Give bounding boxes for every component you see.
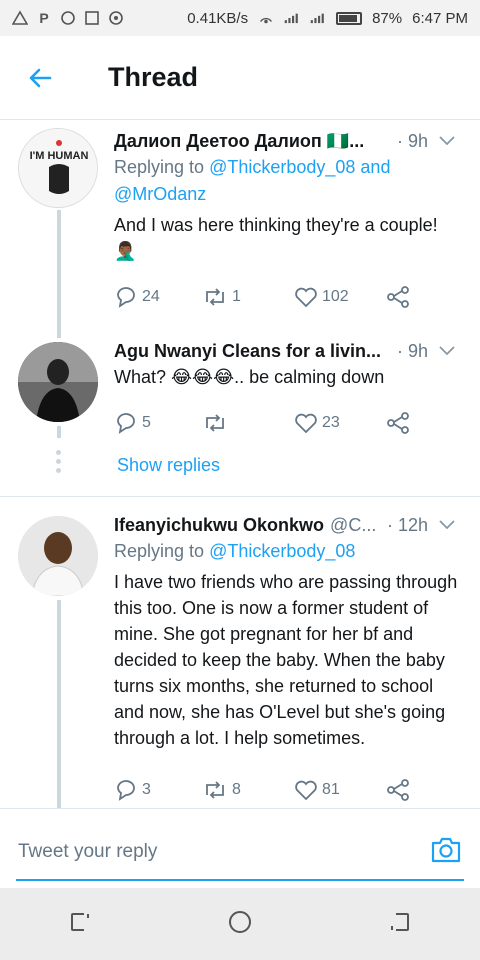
reply-bar: Tweet your reply bbox=[0, 808, 480, 888]
network-speed: 0.41KB/s bbox=[187, 9, 249, 27]
retweet-button[interactable] bbox=[202, 412, 294, 434]
like-button[interactable]: 81 bbox=[294, 779, 386, 801]
heart-icon bbox=[295, 780, 317, 801]
back-nav-button[interactable] bbox=[388, 910, 412, 939]
share-button[interactable] bbox=[386, 779, 410, 801]
tweet-actions: 3 8 81 bbox=[114, 775, 460, 805]
camera-button[interactable] bbox=[430, 835, 462, 870]
tweet-text: I have two friends who are passing throu… bbox=[114, 572, 458, 748]
back-nav-icon bbox=[391, 912, 410, 931]
sync-icon bbox=[108, 10, 124, 26]
chevron-down-icon[interactable] bbox=[434, 136, 460, 146]
home-button[interactable] bbox=[227, 909, 253, 940]
image-icon bbox=[84, 10, 100, 26]
chevron-down-icon[interactable] bbox=[434, 520, 460, 530]
page-title: Thread bbox=[108, 62, 199, 92]
retweet-icon bbox=[206, 288, 224, 306]
author-name[interactable]: Далиоп Деетоо Далиоп 🇳🇬... bbox=[114, 131, 364, 152]
share-button[interactable] bbox=[386, 412, 410, 434]
avatar[interactable] bbox=[18, 342, 98, 422]
thread-header: Thread bbox=[0, 36, 480, 120]
signal-2-icon bbox=[310, 10, 326, 26]
avatar[interactable]: I'M HUMAN bbox=[18, 128, 98, 208]
tweet-text: And I was here thinking they're a couple… bbox=[114, 215, 438, 261]
retweet-button[interactable]: 1 bbox=[202, 286, 294, 308]
chevron-down-icon[interactable] bbox=[434, 346, 460, 356]
tweet-time: · 9h bbox=[396, 130, 428, 151]
reply-underline bbox=[16, 879, 464, 881]
author-handle[interactable]: @C... bbox=[330, 515, 376, 536]
reply-icon bbox=[117, 287, 135, 308]
parking-icon: P bbox=[39, 10, 49, 26]
tweet-2[interactable]: Agu Nwanyi Cleans for a livin... · 9h Wh… bbox=[0, 338, 480, 438]
replying-to: Replying to @Thickerbody_08 bbox=[114, 541, 356, 561]
reply-button[interactable]: 24 bbox=[114, 286, 202, 308]
hotspot-icon bbox=[258, 10, 274, 26]
divider bbox=[0, 496, 480, 497]
share-button[interactable] bbox=[386, 286, 410, 308]
retweet-icon bbox=[206, 414, 224, 432]
share-icon bbox=[387, 286, 409, 308]
reply-button[interactable]: 5 bbox=[114, 412, 202, 434]
whatsapp-icon bbox=[60, 10, 76, 26]
warning-icon bbox=[12, 10, 28, 26]
mention-link-2[interactable]: @MrOdanz bbox=[114, 184, 206, 204]
status-bar: P 0.41KB/s 87% 6:47 PM bbox=[0, 0, 480, 36]
retweet-icon bbox=[206, 781, 224, 799]
heart-icon bbox=[295, 413, 317, 434]
svg-text:I'M HUMAN: I'M HUMAN bbox=[30, 150, 89, 162]
reply-icon bbox=[117, 413, 135, 434]
recents-icon bbox=[70, 912, 89, 931]
author-name[interactable]: Agu Nwanyi Cleans for a livin... bbox=[114, 341, 381, 362]
thread-line bbox=[57, 600, 61, 808]
tweet-text: What? 😂😂😂.. be calming down bbox=[114, 367, 385, 387]
system-nav-bar bbox=[0, 888, 480, 960]
thread-dots bbox=[56, 450, 62, 473]
like-button[interactable]: 23 bbox=[294, 412, 386, 434]
share-icon bbox=[387, 412, 409, 434]
reply-icon bbox=[117, 780, 135, 801]
camera-icon bbox=[431, 837, 461, 863]
battery-percent: 87% bbox=[372, 9, 403, 27]
back-arrow-icon bbox=[29, 68, 52, 87]
share-icon bbox=[387, 779, 409, 801]
home-icon bbox=[228, 910, 251, 933]
tweet-actions: 24 1 102 bbox=[114, 282, 460, 312]
back-button[interactable] bbox=[0, 36, 80, 120]
thread-line bbox=[57, 210, 61, 338]
retweet-button[interactable]: 8 bbox=[202, 779, 294, 801]
reply-input[interactable]: Tweet your reply bbox=[18, 841, 157, 863]
tweet-time: · 9h bbox=[396, 340, 428, 361]
mention-link[interactable]: @Thickerbody_08 bbox=[209, 541, 355, 561]
tweet-3[interactable]: Ifeanyichukwu Okonkwo @C... · 12h Replyi… bbox=[0, 510, 480, 808]
reply-button[interactable]: 3 bbox=[114, 779, 202, 801]
thread-line bbox=[57, 426, 61, 438]
recents-button[interactable] bbox=[68, 910, 92, 939]
battery-icon bbox=[336, 11, 363, 25]
avatar[interactable] bbox=[18, 516, 98, 596]
signal-icon bbox=[284, 10, 300, 26]
show-replies-link[interactable]: Show replies bbox=[117, 455, 220, 476]
heart-icon bbox=[295, 287, 317, 308]
tweet-1[interactable]: I'M HUMAN Далиоп Деетоо Далиоп 🇳🇬... · 9… bbox=[0, 120, 480, 338]
replying-to: Replying to @Thickerbody_08 and @MrOdanz bbox=[114, 157, 391, 204]
tweet-time: · 12h bbox=[386, 514, 428, 535]
tweet-actions: 5 23 bbox=[114, 408, 460, 438]
mention-link[interactable]: @Thickerbody_08 and bbox=[209, 157, 390, 177]
author-name[interactable]: Ifeanyichukwu Okonkwo bbox=[114, 515, 324, 536]
clock: 6:47 PM bbox=[412, 9, 468, 27]
like-button[interactable]: 102 bbox=[294, 286, 386, 308]
